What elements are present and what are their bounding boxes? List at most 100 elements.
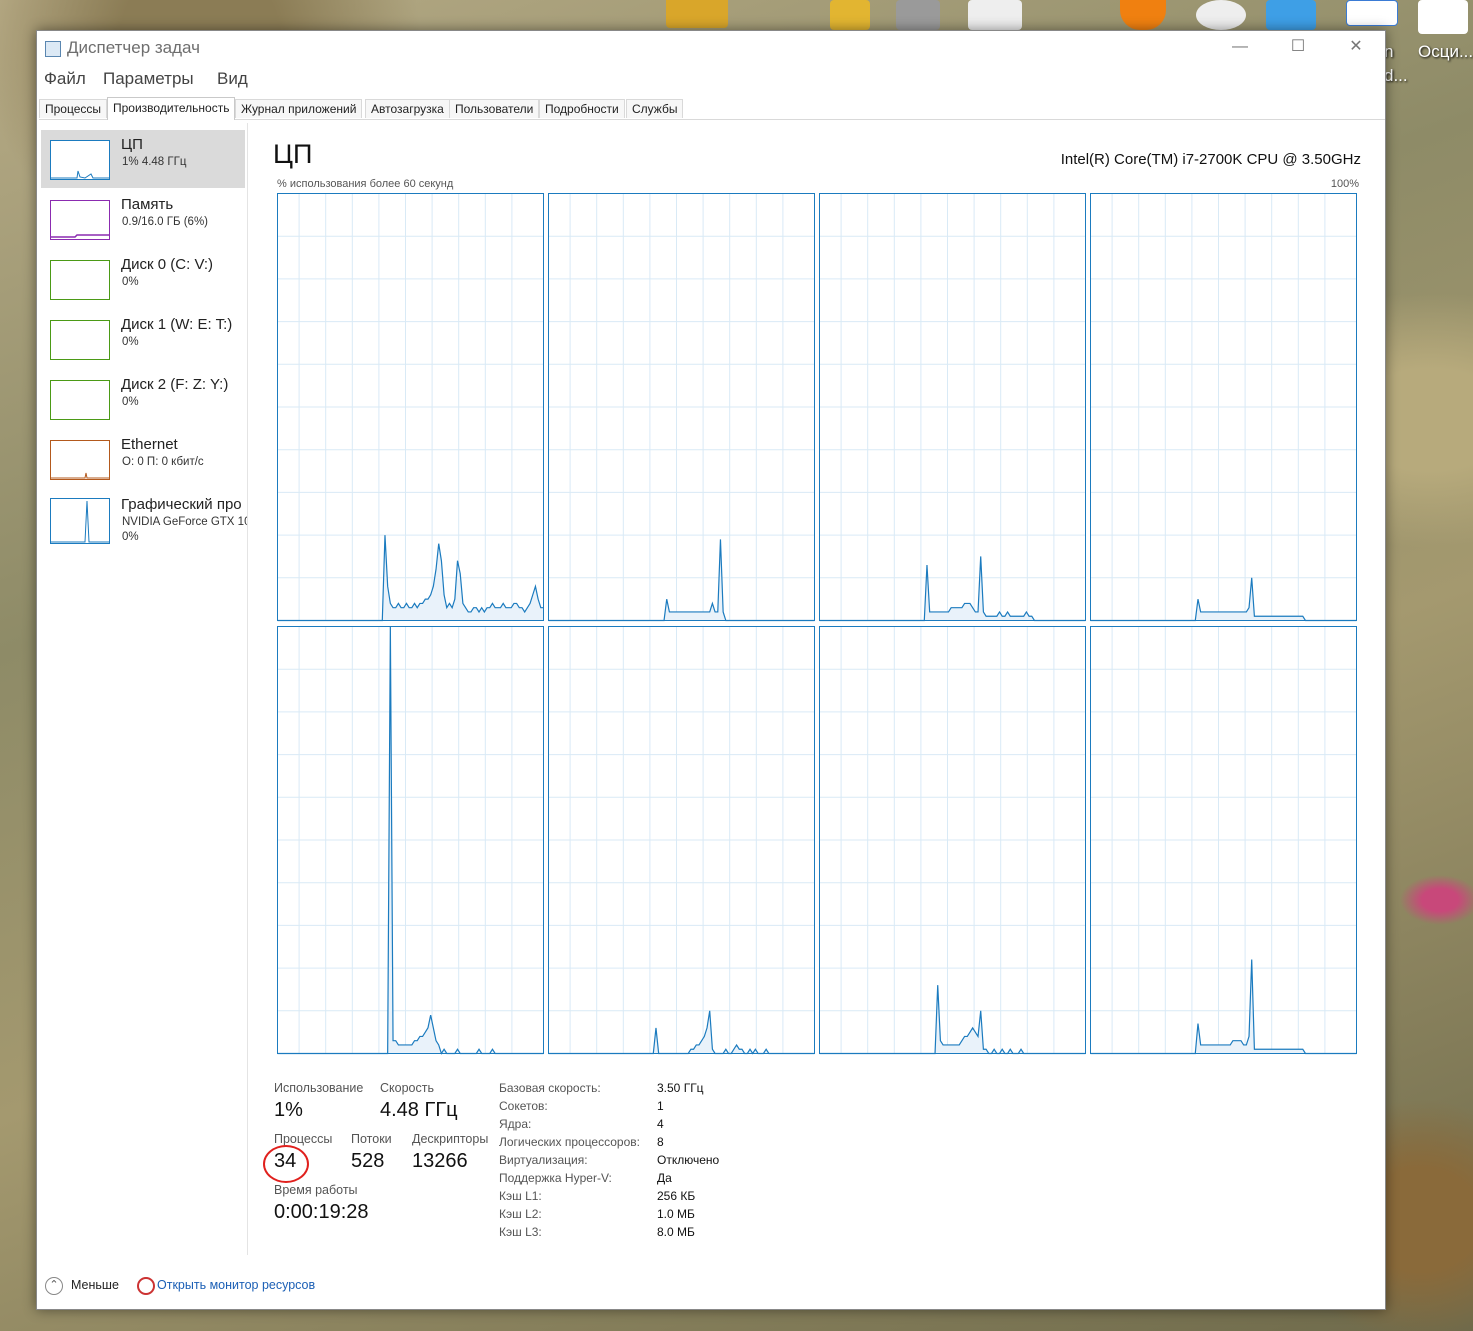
sidebar-item-cpu[interactable]: ЦП 1% 4.48 ГГц — [41, 130, 245, 188]
handles-value: 13266 — [412, 1150, 468, 1172]
sidebar-sub: 0% — [122, 396, 139, 408]
menu-view[interactable]: Вид — [217, 69, 248, 89]
usage-value: 1% — [274, 1099, 303, 1121]
disk-graph-icon — [50, 380, 110, 420]
sidebar-title: Память — [121, 196, 174, 213]
threads-label: Потоки — [351, 1132, 392, 1146]
collapse-icon[interactable]: ⌃ — [45, 1277, 63, 1295]
sidebar-item-gpu[interactable]: Графический про NVIDIA GeForce GTX 10 0% — [41, 490, 247, 548]
tab-startup[interactable]: Автозагрузка — [365, 99, 450, 118]
usage-area — [819, 556, 1086, 621]
cpu-graphs-svg — [277, 193, 1357, 1055]
sidebar-title: ЦП — [121, 136, 143, 153]
desktop-app-icon[interactable] — [1418, 0, 1468, 34]
spec-value: 8.0 МБ — [657, 1225, 695, 1239]
tab-users[interactable]: Пользователи — [449, 99, 540, 118]
desktop-app-icon[interactable] — [830, 0, 870, 30]
spec-label: Ядра: — [499, 1117, 532, 1131]
tab-strip: Процессы Производительность Журнал прило… — [39, 97, 1385, 120]
usage-line — [548, 1010, 815, 1055]
spec-label: Логических процессоров: — [499, 1135, 640, 1149]
minimize-button[interactable]: — — [1211, 31, 1269, 63]
speed-value: 4.48 ГГц — [380, 1099, 458, 1121]
spec-value: 3.50 ГГц — [657, 1081, 704, 1095]
menu-options[interactable]: Параметры — [103, 69, 194, 89]
spec-label: Кэш L2: — [499, 1207, 542, 1221]
gpu-graph-icon — [50, 498, 110, 544]
logical-processor-graph — [548, 193, 815, 622]
tab-performance[interactable]: Производительность — [107, 97, 236, 120]
footer-bar: ⌃ Меньше Открыть монитор ресурсов — [37, 1271, 1385, 1307]
usage-line — [1090, 959, 1357, 1055]
logical-processor-graph — [277, 626, 544, 1055]
tab-details[interactable]: Подробности — [539, 99, 625, 118]
speed-label: Скорость — [380, 1081, 434, 1095]
graph-caption: % использования более 60 секунд — [277, 178, 454, 190]
alien-icon[interactable] — [1196, 0, 1246, 30]
desktop-app-icon[interactable] — [1266, 0, 1316, 30]
ethernet-graph-icon — [50, 440, 110, 480]
sidebar-item-disk0[interactable]: Диск 0 (C: V:) 0% — [41, 250, 245, 308]
menu-file[interactable]: Файл — [44, 69, 86, 89]
desktop-label: d... — [1384, 66, 1408, 85]
tab-services[interactable]: Службы — [626, 99, 684, 118]
spec-value: Да — [657, 1171, 672, 1185]
desktop-app-icon[interactable] — [896, 0, 940, 30]
sidebar-sub: 0.9/16.0 ГБ (6%) — [122, 216, 209, 228]
cpu-graphs — [277, 193, 1359, 1055]
graph-max-label: 100% — [1330, 178, 1359, 190]
disk-graph-icon — [50, 260, 110, 300]
desktop-app-icon[interactable] — [666, 0, 728, 28]
spec-label: Базовая скорость: — [499, 1081, 601, 1095]
logical-processor-graph — [548, 626, 815, 1055]
memory-graph-icon — [50, 200, 110, 240]
tab-app-history[interactable]: Журнал приложений — [235, 99, 363, 118]
maximize-button[interactable]: ☐ — [1269, 31, 1327, 63]
sidebar-title: Ethernet — [121, 436, 178, 453]
resource-monitor-icon — [137, 1277, 155, 1295]
spec-label: Виртуализация: — [499, 1153, 588, 1167]
sidebar-title: Графический про — [121, 496, 242, 513]
page-title: ЦП — [273, 139, 313, 169]
usage-area — [548, 539, 815, 621]
window-title: Диспетчер задач — [67, 38, 200, 57]
threads-value: 528 — [351, 1150, 385, 1172]
spec-value: 1.0 МБ — [657, 1207, 695, 1221]
desktop-app-icon[interactable] — [968, 0, 1022, 30]
spec-value: 8 — [657, 1135, 664, 1149]
sidebar-item-disk1[interactable]: Диск 1 (W: E: T:) 0% — [41, 310, 245, 368]
spec-value: 1 — [657, 1099, 664, 1113]
usage-area — [548, 1010, 815, 1054]
vlc-icon[interactable] — [1120, 0, 1166, 30]
task-manager-icon — [45, 41, 61, 57]
task-manager-window: Диспетчер задач — ☐ ✕ Файл Параметры Вид… — [36, 30, 1386, 1310]
highlight-circle — [263, 1145, 309, 1183]
open-resource-monitor-link[interactable]: Открыть монитор ресурсов — [157, 1278, 315, 1292]
desktop-app-icon[interactable] — [1346, 0, 1398, 26]
sidebar-title: Диск 0 (C: V:) — [121, 256, 214, 273]
sidebar-item-memory[interactable]: Память 0.9/16.0 ГБ (6%) — [41, 190, 245, 248]
spec-label: Поддержка Hyper-V: — [499, 1171, 612, 1185]
sidebar-sub: 0% — [122, 336, 139, 348]
spec-label: Кэш L3: — [499, 1225, 542, 1239]
processes-label: Процессы — [274, 1132, 333, 1146]
usage-area — [1090, 577, 1357, 621]
tab-processes[interactable]: Процессы — [39, 99, 108, 118]
spec-value: 4 — [657, 1117, 664, 1131]
uptime-value: 0:00:19:28 — [274, 1201, 369, 1223]
title-bar[interactable]: Диспетчер задач — ☐ ✕ — [37, 31, 1385, 65]
usage-line — [548, 539, 815, 622]
sidebar-sub: 0% — [122, 531, 139, 543]
uptime-label: Время работы — [274, 1183, 358, 1197]
fewer-details-button[interactable]: Меньше — [71, 1278, 119, 1292]
logical-processor-graph — [277, 193, 544, 622]
usage-area — [819, 985, 1086, 1054]
close-button[interactable]: ✕ — [1327, 31, 1385, 63]
sidebar-item-disk2[interactable]: Диск 2 (F: Z: Y:) 0% — [41, 370, 245, 428]
usage-area — [1090, 959, 1357, 1054]
sidebar-sub: О: 0 П: 0 кбит/с — [122, 456, 204, 468]
disk-graph-icon — [50, 320, 110, 360]
menu-bar: Файл Параметры Вид — [37, 67, 1385, 93]
sidebar-item-ethernet[interactable]: Ethernet О: 0 П: 0 кбит/с — [41, 430, 245, 488]
desktop-label: Осци... — [1418, 42, 1473, 61]
